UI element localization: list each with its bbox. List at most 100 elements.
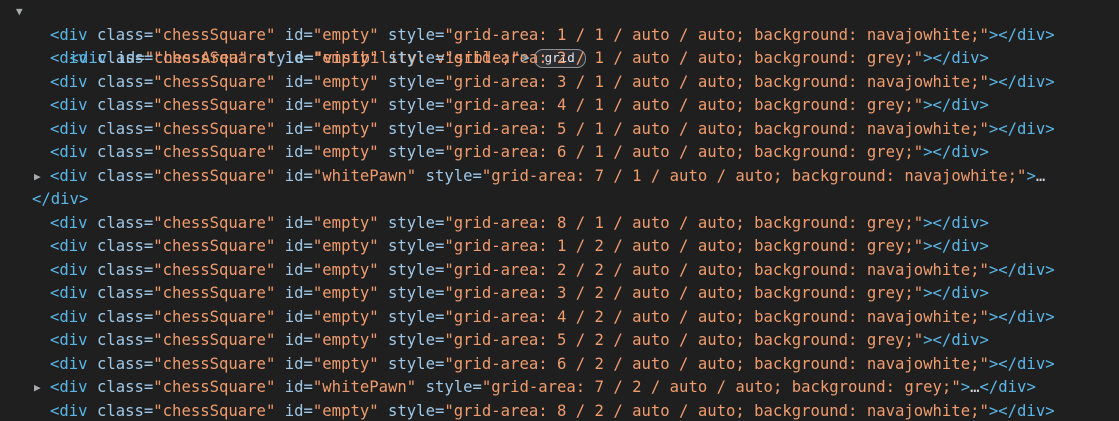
attr-class-name: class= [87, 378, 154, 396]
attr-class-value: "chessSquare" [153, 307, 276, 326]
attr-style-value: "grid-area: 6 / 2 / auto / auto; backgro… [444, 354, 989, 373]
attr-style-name: style= [378, 25, 445, 44]
attr-id-value: "empty" [312, 331, 379, 349]
node-chess-square[interactable]: <div class="chessSquare" id="empty" styl… [0, 329, 1119, 353]
attr-style-value: "grid-area: 3 / 2 / auto / auto; backgro… [444, 284, 924, 302]
attr-class-name: class= [87, 166, 154, 185]
attr-style-value: "grid-area: 6 / 1 / auto / auto; backgro… [444, 143, 924, 161]
attr-id-value: "empty" [312, 96, 379, 114]
attr-id-value: "empty" [312, 354, 379, 373]
attr-style-name: style= [378, 49, 445, 67]
attr-id-value: "empty" [312, 49, 379, 67]
node-chess-square[interactable]: <div class="chessSquare" id="empty" styl… [0, 94, 1119, 118]
attr-class-value: "chessSquare" [153, 213, 276, 232]
attr-id-name: id= [275, 213, 313, 232]
child-node-list: <div class="chessSquare" id="empty" styl… [0, 24, 1119, 421]
attr-class-name: class= [87, 354, 154, 373]
tag-open: <div [50, 401, 88, 420]
node-chess-square[interactable]: ▶ <div class="chessSquare" id="whitePawn"… [0, 376, 1119, 400]
attr-style-name: style= [378, 307, 445, 326]
attr-class-value: "chessSquare" [153, 378, 276, 396]
closing-tag-line[interactable]: </div> [0, 188, 1119, 212]
node-chess-square[interactable]: <div class="chessSquare" id="empty" styl… [0, 353, 1119, 377]
attr-class-value: "chessSquare" [153, 49, 276, 67]
tag-tail: >… [1026, 166, 1046, 185]
attr-id-name: id= [275, 237, 313, 255]
attr-class-value: "chessSquare" [153, 284, 276, 302]
attr-class-value: "chessSquare" [153, 401, 276, 420]
attr-style-name: style= [416, 166, 482, 185]
tag-tail: ></div> [923, 96, 989, 114]
tag-open: <div [50, 378, 88, 396]
node-chess-square[interactable]: <div class="chessSquare" id="empty" styl… [0, 306, 1119, 330]
node-chess-square[interactable]: <div class="chessSquare" id="empty" styl… [0, 24, 1119, 48]
node-chess-square[interactable]: <div class="chessSquare" id="empty" styl… [0, 212, 1119, 236]
attr-class-value: "chessSquare" [153, 331, 276, 349]
attr-style-value: "grid-area: 5 / 1 / auto / auto; backgro… [444, 119, 989, 138]
attr-id-value: "empty" [312, 25, 379, 44]
attr-class-value: "chessSquare" [153, 354, 276, 373]
attr-style-name: style= [378, 237, 445, 255]
tag-tail: ></div> [923, 143, 989, 161]
attr-style-value: "grid-area: 4 / 1 / auto / auto; backgro… [444, 96, 924, 114]
attr-id-value: "empty" [312, 260, 379, 279]
attr-id-name: id= [275, 72, 313, 91]
node-chess-square[interactable]: <div class="chessSquare" id="empty" styl… [0, 118, 1119, 142]
attr-style-name: style= [378, 72, 445, 91]
attr-id-name: id= [275, 378, 313, 396]
attr-class-name: class= [87, 25, 154, 44]
attr-class-name: class= [87, 119, 154, 138]
attr-id-name: id= [275, 307, 313, 326]
attr-id-name: id= [275, 96, 313, 114]
attr-class-name: class= [87, 213, 154, 232]
attr-id-value: "empty" [312, 119, 379, 138]
attr-id-name: id= [275, 166, 313, 185]
node-chess-square[interactable]: <div class="chessSquare" id="empty" styl… [0, 47, 1119, 71]
node-chess-square[interactable]: <div class="chessSquare" id="empty" styl… [0, 235, 1119, 259]
attr-class-name: class= [87, 237, 154, 255]
collapse-triangle-icon[interactable]: ▼ [16, 0, 23, 24]
attr-style-value: "grid-area: 1 / 2 / auto / auto; backgro… [444, 237, 924, 255]
tag-tail: ></div> [988, 260, 1055, 279]
node-chess-square[interactable]: <div class="chessSquare" id="empty" styl… [0, 141, 1119, 165]
attr-style-name: style= [378, 213, 445, 232]
attr-class-value: "chessSquare" [153, 237, 276, 255]
node-chess-square[interactable]: <div class="chessSquare" id="empty" styl… [0, 282, 1119, 306]
attr-id-name: id= [275, 143, 313, 161]
tag-tail: ></div> [988, 119, 1055, 138]
attr-id-value: "empty" [312, 143, 379, 161]
attr-id-name: id= [275, 284, 313, 302]
tag-tail: ></div> [988, 354, 1055, 373]
tag-tail: >…</div> [960, 378, 1036, 396]
attr-style-value: "grid-area: 7 / 1 / auto / auto; backgro… [481, 166, 1027, 185]
node-chess-square[interactable]: ▶ <div class="chessSquare" id="whitePawn"… [0, 165, 1119, 189]
attr-style-value: "grid-area: 1 / 1 / auto / auto; backgro… [444, 25, 989, 44]
tag-tail: ></div> [988, 401, 1055, 420]
attr-class-name: class= [87, 331, 154, 349]
attr-class-name: class= [87, 260, 154, 279]
attr-id-value: "empty" [312, 284, 379, 302]
attr-id-name: id= [275, 331, 313, 349]
attr-class-value: "chessSquare" [153, 260, 276, 279]
attr-id-name: id= [275, 260, 313, 279]
tag-open: <div [50, 284, 88, 302]
attr-class-name: class= [87, 143, 154, 161]
expand-triangle-icon[interactable]: ▶ [34, 376, 41, 400]
attr-style-value: "grid-area: 7 / 2 / auto / auto; backgro… [481, 378, 961, 396]
tag-open: <div [50, 331, 88, 349]
expand-triangle-icon[interactable]: ▶ [34, 165, 41, 189]
node-chess-square[interactable]: <div class="chessSquare" id="empty" styl… [0, 71, 1119, 95]
attr-id-name: id= [275, 119, 313, 138]
attr-id-value: "whitePawn" [312, 166, 417, 185]
node-chess-square[interactable]: <div class="chessSquare" id="empty" styl… [0, 259, 1119, 283]
attr-class-name: class= [87, 307, 154, 326]
tag-open: <div [50, 354, 88, 373]
node-chessarea[interactable]: ▼ <div id="chessArea" style="visibility:… [0, 0, 1119, 68]
tag-tail: ></div> [988, 307, 1055, 326]
attr-style-value: "grid-area: 8 / 1 / auto / auto; backgro… [444, 213, 924, 232]
attr-id-name: id= [275, 354, 313, 373]
node-chess-square[interactable]: <div class="chessSquare" id="empty" styl… [0, 400, 1119, 421]
tag-open: <div [50, 260, 88, 279]
attr-style-name: style= [378, 96, 445, 114]
tag-open: <div [50, 96, 88, 114]
